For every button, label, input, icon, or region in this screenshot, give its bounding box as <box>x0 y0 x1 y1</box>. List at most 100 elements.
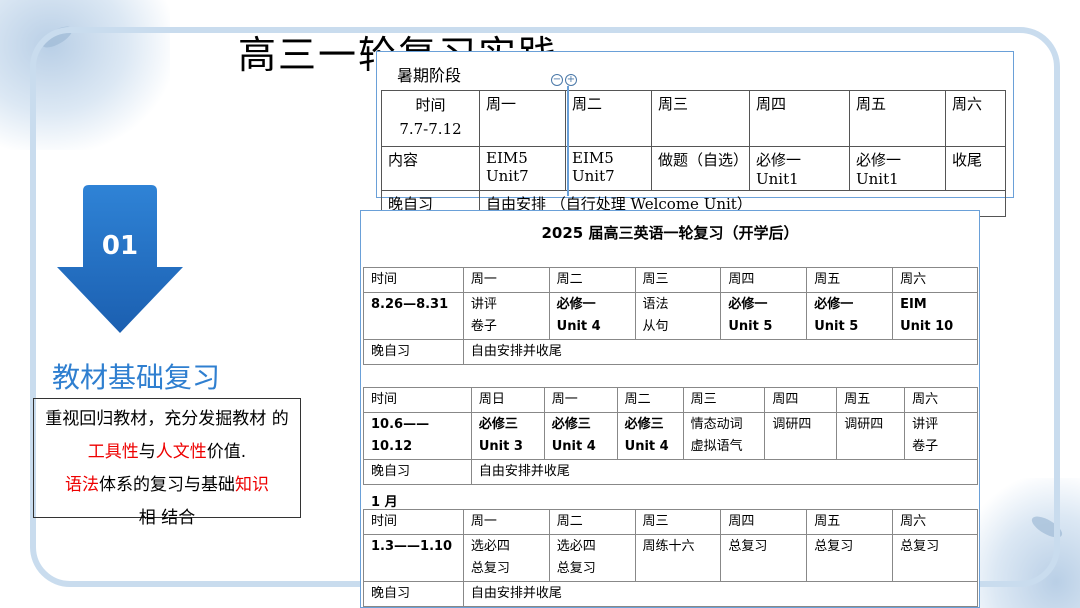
table-cell: 总复习 <box>720 534 808 582</box>
table-cell: 晚自习 <box>363 581 464 607</box>
table-cell: 情态动词 虚拟语气 <box>682 412 766 460</box>
table-cell: 讲评 卷子 <box>462 292 550 340</box>
table-cell: 1.3——1.10 <box>363 534 464 582</box>
table-cell: 周二 <box>565 90 652 147</box>
table-cell: 选必四 总复习 <box>548 534 636 582</box>
desc-text: 体系的复习与基础 <box>99 475 235 495</box>
table-cell: 周四 <box>720 267 808 293</box>
desc-highlight: 人文性 <box>155 442 207 462</box>
table-row: 时间 周日 周一 周二 周三 周四 周五 周六 <box>363 387 978 413</box>
summer-heading: 暑期阶段 <box>397 66 462 85</box>
table-cell: 10.6——10.12 <box>363 412 472 460</box>
table-cell: 必修一 Unit 5 <box>806 292 894 340</box>
table-cell: 周三 <box>651 90 750 147</box>
table-cell: 晚自习 <box>363 339 464 365</box>
school-table-title: 2025 届高三英语一轮复习（开学后） <box>541 224 799 242</box>
table-row: 内容 EIM5 Unit7 EIM5 Unit7 做题（自选） 必修一 Unit… <box>381 146 1006 191</box>
table-row: 时间 7.7-7.12 周一 周二 周三 周四 周五 周六 <box>381 90 1006 147</box>
table-cell: EIM5 Unit7 <box>565 146 652 191</box>
table-row: 晚自习 自由安排并收尾 <box>363 339 979 365</box>
arrow-down-icon: 01 <box>55 185 185 335</box>
table-cell: 必修一 Unit1 <box>849 146 946 191</box>
table-cell: 时间 7.7-7.12 <box>381 90 480 147</box>
desc-text: 与 <box>138 442 156 462</box>
table-cell: 8.26—8.31 <box>363 292 464 340</box>
section-title: 教材基础复习 <box>52 361 221 394</box>
table-cell: 必修三 Unit 3 <box>470 412 545 460</box>
table-row: 晚自习 自由安排并收尾 <box>363 581 979 607</box>
table-row: 10.6——10.12 必修三 Unit 3 必修三 Unit 4 必修三 Un… <box>363 412 978 460</box>
section-number: 01 <box>101 231 139 261</box>
table-cell: 语法 从句 <box>634 292 722 340</box>
table-cell: 周一 <box>479 90 566 147</box>
table-cell: 收尾 <box>945 146 1006 191</box>
desc-highlight: 语法 <box>65 475 99 495</box>
table-cell: 周五 <box>836 387 906 413</box>
table-cell: 周一 <box>543 387 618 413</box>
table-row: 晚自习 自由安排并收尾 <box>363 459 979 485</box>
table-cell: 周五 <box>806 267 894 293</box>
table-cell: 必修三 Unit 4 <box>616 412 684 460</box>
table-cell: 做题（自选） <box>651 146 750 191</box>
table-cell: 时间 <box>363 387 472 413</box>
table-cell: 周二 <box>548 509 636 535</box>
desc-text: 相 结合 <box>138 508 196 528</box>
table-row: 8.26—8.31 讲评 卷子 必修一 Unit 4 语法 从句 必修一 Uni… <box>363 292 978 340</box>
desc-text: 重视回归教材，充分发掘教材 的 <box>45 409 289 429</box>
table-cell: 内容 <box>381 146 480 191</box>
week2-table: 时间 周日 周一 周二 周三 周四 周五 周六 10.6——10.12 必修三 … <box>363 387 979 485</box>
zoom-in-icon[interactable]: + <box>565 74 577 86</box>
table-cell: 周日 <box>470 387 545 413</box>
table-cell: 周五 <box>849 90 946 147</box>
table-cell: 周一 <box>462 509 550 535</box>
summer-schedule-table: 暑期阶段 − + 时间 7.7-7.12 周一 周二 周三 周四 周五 周六 内… <box>376 51 1014 217</box>
table-cell: 时间 <box>363 267 464 293</box>
table-cell: 选必四 总复习 <box>462 534 550 582</box>
table-cell: 调研四 <box>764 412 838 460</box>
table-cell: 自由安排并收尾 <box>462 339 979 365</box>
table-cell: 必修一 Unit 4 <box>548 292 636 340</box>
table-cell: 周六 <box>892 267 978 293</box>
table-cell: 周三 <box>634 267 722 293</box>
table-cell: 时间 <box>363 509 464 535</box>
table-cell: 周练十六 <box>634 534 722 582</box>
table-row: 1.3——1.10 选必四 总复习 选必四 总复习 周练十六 总复习 总复习 总… <box>363 534 978 582</box>
table-row: 时间 周一 周二 周三 周四 周五 周六 <box>363 267 978 293</box>
table-cell: 周三 <box>682 387 766 413</box>
desc-highlight: 工具性 <box>87 442 139 462</box>
table-cell: 周六 <box>892 509 978 535</box>
table-cell: 必修一 Unit1 <box>749 146 850 191</box>
table-cell: 周六 <box>945 90 1006 147</box>
table-cell: 周一 <box>462 267 550 293</box>
table-cell: 总复习 <box>892 534 978 582</box>
table-cell: 周四 <box>749 90 850 147</box>
desc-highlight: 知识 <box>235 475 269 495</box>
table-cell: 晚自习 <box>363 459 472 485</box>
table-cell: 自由安排并收尾 <box>462 581 979 607</box>
table-cell: EIM Unit 10 <box>892 292 978 340</box>
table-cell: 讲评 卷子 <box>904 412 978 460</box>
table-cell: 总复习 <box>806 534 894 582</box>
table-cell: 周二 <box>616 387 684 413</box>
table-cell: 周三 <box>634 509 722 535</box>
zoom-out-icon[interactable]: − <box>551 74 563 86</box>
school-schedule-table: 2025 届高三英语一轮复习（开学后） 时间 周一 周二 周三 周四 周五 周六… <box>360 210 980 608</box>
split-divider[interactable] <box>567 86 569 196</box>
table-cell: 必修一 Unit 5 <box>720 292 808 340</box>
summer-table: 时间 7.7-7.12 周一 周二 周三 周四 周五 周六 内容 EIM5 Un… <box>381 90 1006 217</box>
table-cell: 必修三 Unit 4 <box>543 412 618 460</box>
table-cell: 自由安排并收尾 <box>470 459 979 485</box>
week3-table: 时间 周一 周二 周三 周四 周五 周六 1.3——1.10 选必四 总复习 选… <box>363 509 979 607</box>
table-cell: 周六 <box>904 387 978 413</box>
month-label: 1 月 <box>371 495 398 510</box>
table-cell: 周二 <box>548 267 636 293</box>
table-cell: 周四 <box>764 387 838 413</box>
table-cell: 周五 <box>806 509 894 535</box>
table-cell: 调研四 <box>836 412 906 460</box>
table-cell: EIM5 Unit7 <box>479 146 566 191</box>
desc-text: 价值. <box>206 442 247 462</box>
table-cell: 周四 <box>720 509 808 535</box>
table-row: 时间 周一 周二 周三 周四 周五 周六 <box>363 509 978 535</box>
description-box: 重视回归教材，充分发掘教材 的工具性与人文性价值. 语法体系的复习与基础知识 相… <box>33 398 301 528</box>
week1-table: 时间 周一 周二 周三 周四 周五 周六 8.26—8.31 讲评 卷子 必修一… <box>363 267 979 365</box>
